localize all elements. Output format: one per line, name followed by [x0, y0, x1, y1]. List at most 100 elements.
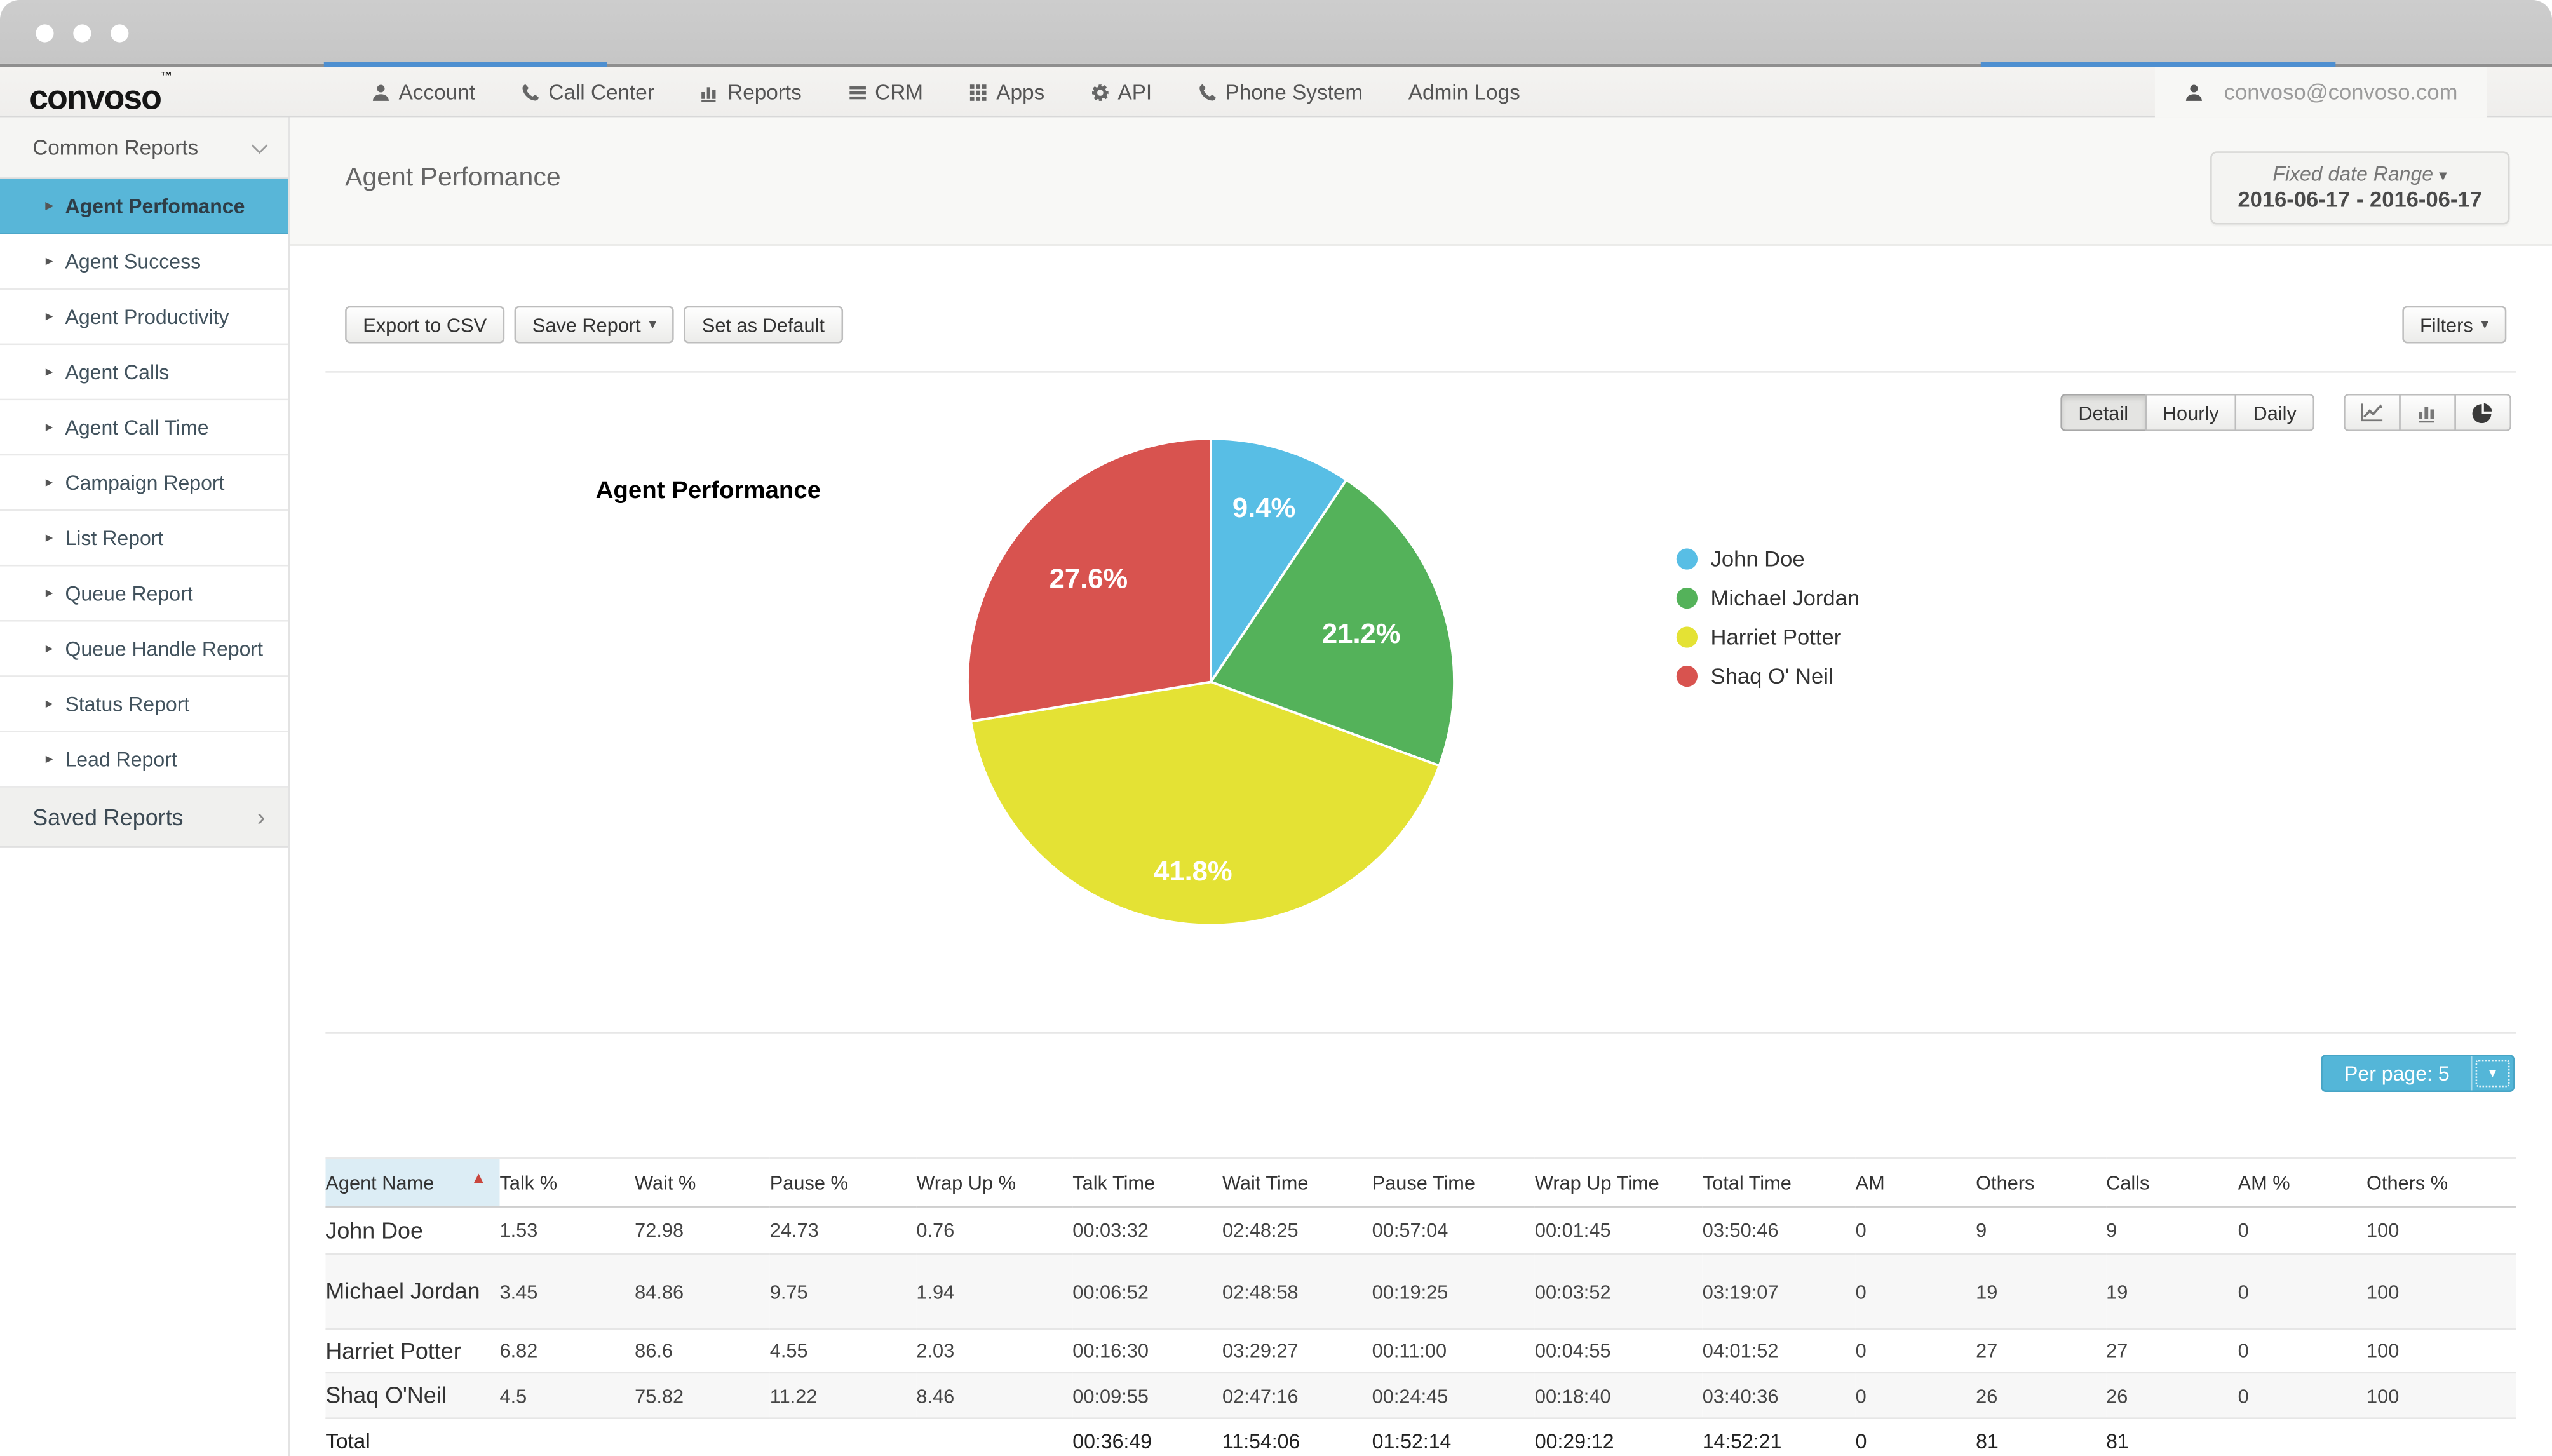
- table-cell: 9.75: [770, 1254, 917, 1329]
- chart-controls: DetailHourlyDaily: [2060, 394, 2511, 431]
- nav-item-apps[interactable]: Apps: [969, 80, 1044, 104]
- trademark-symbol: ™: [161, 72, 172, 83]
- legend-item-shaq-o-neil[interactable]: Shaq O' Neil: [1677, 657, 1860, 695]
- legend-item-harriet-potter[interactable]: Harriet Potter: [1677, 619, 1860, 656]
- column-header-pause[interactable]: Pause %: [770, 1158, 917, 1207]
- sidebar-item-saved-reports[interactable]: Saved Reports ›: [0, 788, 288, 848]
- view-mode-hourly-button[interactable]: Hourly: [2145, 394, 2237, 431]
- brand-logo[interactable]: convoso™: [29, 72, 172, 119]
- column-header-label: Others %: [2366, 1171, 2448, 1194]
- column-header-talk[interactable]: Talk %: [500, 1158, 635, 1207]
- column-header-calls[interactable]: Calls: [2106, 1158, 2238, 1207]
- view-mode-detail-button[interactable]: Detail: [2060, 394, 2146, 431]
- sidebar-header-common-reports[interactable]: Common Reports: [0, 117, 288, 179]
- sidebar-item-agent-calls[interactable]: ▸Agent Calls: [0, 345, 288, 400]
- column-header-wait[interactable]: Wait %: [635, 1158, 770, 1207]
- pie-slice-label: 27.6%: [1050, 563, 1128, 594]
- window-control-dot[interactable]: [73, 24, 91, 42]
- date-range-picker[interactable]: Fixed date Range ▾ 2016-06-17 - 2016-06-…: [2210, 151, 2510, 224]
- item-arrow-icon: ▸: [46, 750, 65, 768]
- export-csv-button[interactable]: Export to CSV: [345, 306, 504, 344]
- set-as-default-button[interactable]: Set as Default: [684, 306, 842, 344]
- nav-item-api[interactable]: API: [1090, 80, 1152, 104]
- page-title: Agent Perfomance: [345, 165, 561, 194]
- column-header-others[interactable]: Others: [1976, 1158, 2106, 1207]
- table-cell: 02:47:16: [1222, 1373, 1372, 1419]
- pie-slice-label: 9.4%: [1232, 493, 1295, 523]
- chart-type-group: [2344, 394, 2511, 431]
- nav-item-phone-system[interactable]: Phone System: [1198, 80, 1363, 104]
- sidebar-item-campaign-report[interactable]: ▸Campaign Report: [0, 455, 288, 511]
- saved-reports-label: Saved Reports: [32, 804, 183, 830]
- nav-item-account[interactable]: Account: [371, 80, 475, 104]
- column-header-pause-time[interactable]: Pause Time: [1372, 1158, 1535, 1207]
- column-header-wrap-up-time[interactable]: Wrap Up Time: [1535, 1158, 1703, 1207]
- browser-window: convoso™ Account Call Center Reports CRM App…: [0, 0, 2552, 1456]
- save-report-button[interactable]: Save Report▾: [515, 306, 675, 344]
- sidebar-item-agent-productivity[interactable]: ▸Agent Productivity: [0, 290, 288, 345]
- view-mode-daily-button[interactable]: Daily: [2235, 394, 2314, 431]
- bar-chart-view-button[interactable]: [2399, 394, 2456, 431]
- total-value-cell: 01:52:14: [1372, 1419, 1535, 1456]
- total-value-cell: 0: [1856, 1419, 1976, 1456]
- account-area[interactable]: convoso@convoso.com: [2156, 67, 2487, 117]
- column-header-others[interactable]: Others %: [2366, 1158, 2516, 1207]
- caret-down-icon: ▾: [2481, 316, 2489, 334]
- table-cell: 84.86: [635, 1254, 770, 1329]
- caret-down-icon[interactable]: ▾: [2471, 1056, 2513, 1091]
- per-page-label: Per page: 5: [2323, 1056, 2471, 1091]
- nav-item-call-center[interactable]: Call Center: [521, 80, 654, 104]
- per-page-button[interactable]: Per page: 5 ▾: [2321, 1055, 2515, 1092]
- sidebar-item-label: Queue Handle Report: [65, 637, 263, 660]
- browser-tab-accent: [324, 62, 607, 67]
- table-cell: 0: [2238, 1207, 2366, 1254]
- legend-item-john-doe[interactable]: John Doe: [1677, 541, 1860, 578]
- column-header-am[interactable]: AM: [1856, 1158, 1976, 1207]
- table-header-row: Agent Name▲Talk %Wait %Pause %Wrap Up %T…: [325, 1158, 2516, 1207]
- sidebar-item-label: Campaign Report: [65, 471, 224, 494]
- agent-name-cell: Shaq O'Neil: [325, 1373, 499, 1419]
- sidebar-item-list-report[interactable]: ▸List Report: [0, 511, 288, 566]
- gear-icon: [1090, 82, 1110, 102]
- window-control-dot[interactable]: [111, 24, 128, 42]
- column-header-talk-time[interactable]: Talk Time: [1072, 1158, 1222, 1207]
- legend-item-michael-jordan[interactable]: Michael Jordan: [1677, 579, 1860, 617]
- column-header-wrap-up[interactable]: Wrap Up %: [916, 1158, 1072, 1207]
- line-chart-view-button[interactable]: [2344, 394, 2401, 431]
- total-value-cell: 81: [2106, 1419, 2238, 1456]
- sidebar-item-queue-report[interactable]: ▸Queue Report: [0, 567, 288, 622]
- table-cell: 04:01:52: [1703, 1329, 1856, 1373]
- nav-item-label: Phone System: [1225, 80, 1363, 104]
- nav-item-crm[interactable]: CRM: [847, 80, 923, 104]
- sidebar-item-lead-report[interactable]: ▸Lead Report: [0, 732, 288, 788]
- total-value-cell: [635, 1419, 770, 1456]
- table-cell: 1.94: [916, 1254, 1072, 1329]
- sidebar-item-status-report[interactable]: ▸Status Report: [0, 677, 288, 732]
- view-mode-group: DetailHourlyDaily: [2060, 394, 2314, 431]
- table-cell: 00:18:40: [1535, 1373, 1703, 1419]
- nav-item-admin-logs[interactable]: Admin Logs: [1408, 80, 1520, 104]
- table-cell: 27: [1976, 1329, 2106, 1373]
- column-header-total-time[interactable]: Total Time: [1703, 1158, 1856, 1207]
- sidebar-item-queue-handle-report[interactable]: ▸Queue Handle Report: [0, 622, 288, 677]
- pie-chart-icon: [2471, 402, 2495, 423]
- column-header-agent-name[interactable]: Agent Name▲: [325, 1158, 499, 1207]
- table-cell: 00:03:52: [1535, 1254, 1703, 1329]
- table-cell: 0: [2238, 1329, 2366, 1373]
- agent-report-table: Agent Name▲Talk %Wait %Pause %Wrap Up %T…: [325, 1157, 2516, 1456]
- report-table-container: Agent Name▲Talk %Wait %Pause %Wrap Up %T…: [325, 1157, 2516, 1456]
- sidebar-item-agent-success[interactable]: ▸Agent Success: [0, 234, 288, 290]
- user-email: convoso@convoso.com: [2224, 80, 2458, 104]
- sidebar-item-agent-perfomance[interactable]: ▸Agent Perfomance: [0, 179, 288, 234]
- table-cell: 26: [1976, 1373, 2106, 1419]
- nav-item-reports[interactable]: Reports: [700, 80, 802, 104]
- sidebar-item-agent-call-time[interactable]: ▸Agent Call Time: [0, 400, 288, 455]
- table-cell: 11.22: [770, 1373, 917, 1419]
- item-arrow-icon: ▸: [46, 197, 65, 215]
- filters-button[interactable]: Filters▾: [2402, 306, 2506, 344]
- table-cell: 3.45: [500, 1254, 635, 1329]
- column-header-wait-time[interactable]: Wait Time: [1222, 1158, 1372, 1207]
- window-control-dot[interactable]: [36, 24, 53, 42]
- pie-chart-view-button[interactable]: [2454, 394, 2511, 431]
- column-header-am[interactable]: AM %: [2238, 1158, 2366, 1207]
